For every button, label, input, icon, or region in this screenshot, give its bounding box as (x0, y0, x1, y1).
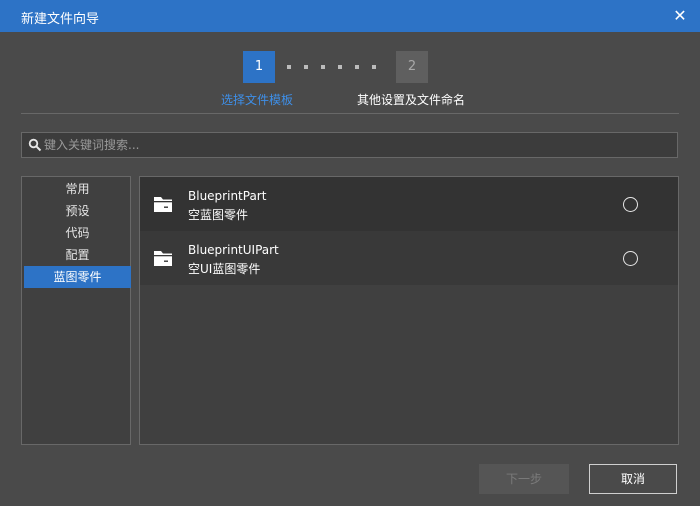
sidebar-item-common[interactable]: 常用 (24, 178, 131, 200)
next-button[interactable]: 下一步 (479, 464, 569, 494)
folder-icon (154, 197, 172, 212)
sidebar-item-config[interactable]: 配置 (24, 244, 131, 266)
step-progress-dots (283, 65, 389, 69)
template-radio[interactable] (623, 251, 638, 266)
step-2-label: 其他设置及文件命名 (357, 93, 466, 107)
search-box[interactable] (21, 132, 678, 158)
template-radio[interactable] (623, 197, 638, 212)
divider (21, 113, 679, 114)
sidebar-item-preset[interactable]: 预设 (24, 200, 131, 222)
folder-icon (154, 251, 172, 266)
sidebar-item-blueprint-part[interactable]: 蓝图零件 (24, 266, 131, 288)
sidebar-item-code[interactable]: 代码 (24, 222, 131, 244)
template-list: BlueprintPart 空蓝图零件 BlueprintUIPart 空UI蓝… (139, 176, 679, 445)
close-icon: ✕ (673, 6, 687, 25)
category-sidebar: 常用 预设 代码 配置 蓝图零件 (21, 176, 131, 445)
template-row[interactable]: BlueprintUIPart 空UI蓝图零件 (140, 231, 678, 285)
template-name: BlueprintUIPart (188, 243, 279, 257)
template-description: 空蓝图零件 (188, 208, 249, 222)
template-description: 空UI蓝图零件 (188, 262, 261, 276)
search-icon (28, 138, 42, 152)
search-input[interactable] (44, 133, 664, 157)
template-row[interactable]: BlueprintPart 空蓝图零件 (140, 177, 678, 231)
step-1-indicator: 1 (243, 51, 275, 83)
template-name: BlueprintPart (188, 189, 267, 203)
step-2-indicator: 2 (396, 51, 428, 83)
title-bar: 新建文件向导 ✕ (0, 0, 700, 32)
close-button[interactable]: ✕ (670, 6, 690, 26)
step-1-label: 选择文件模板 (221, 93, 294, 107)
window-title: 新建文件向导 (21, 12, 100, 27)
cancel-button[interactable]: 取消 (589, 464, 677, 494)
